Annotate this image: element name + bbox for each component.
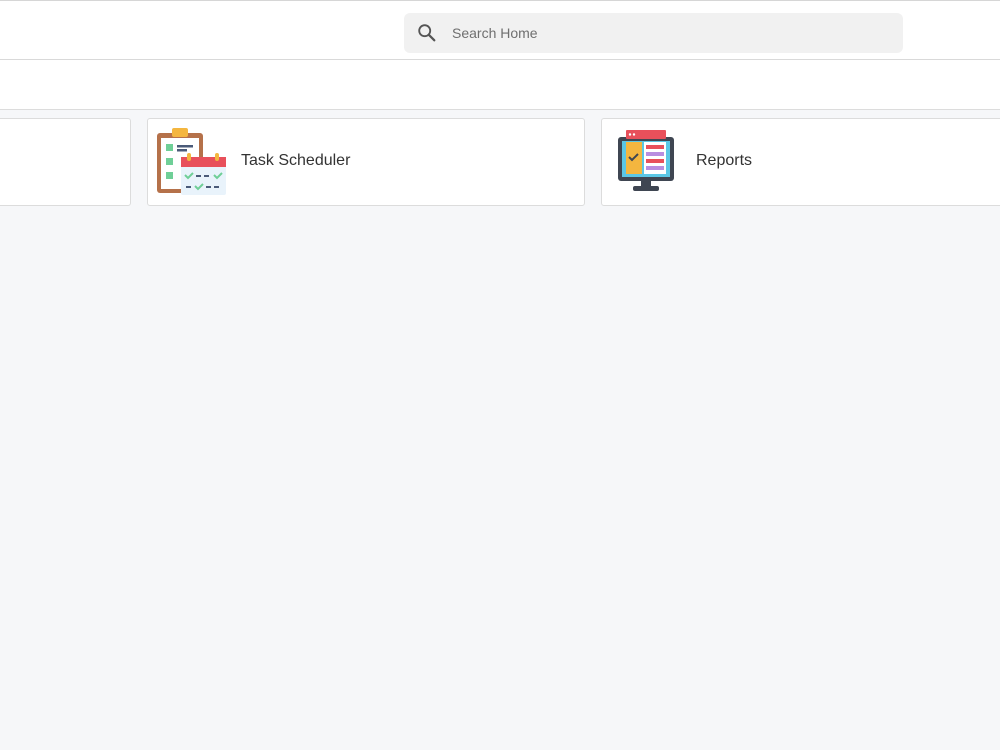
secondary-toolbar <box>0 60 1000 110</box>
app-card-label: Task Scheduler <box>241 152 351 169</box>
app-card-task-scheduler[interactable]: Task Scheduler <box>147 118 585 206</box>
app-card-grid: Task Scheduler Reports <box>0 118 1000 208</box>
app-card-partial[interactable] <box>0 118 131 206</box>
top-header-bar <box>0 0 1000 60</box>
task-scheduler-icon <box>157 128 226 195</box>
app-card-label: Reports <box>696 152 753 169</box>
app-card-reports[interactable]: Reports <box>601 118 1000 206</box>
search-input[interactable] <box>452 13 882 53</box>
search-box[interactable] <box>404 13 903 53</box>
reports-monitor-icon <box>618 130 674 191</box>
search-icon <box>418 24 436 42</box>
